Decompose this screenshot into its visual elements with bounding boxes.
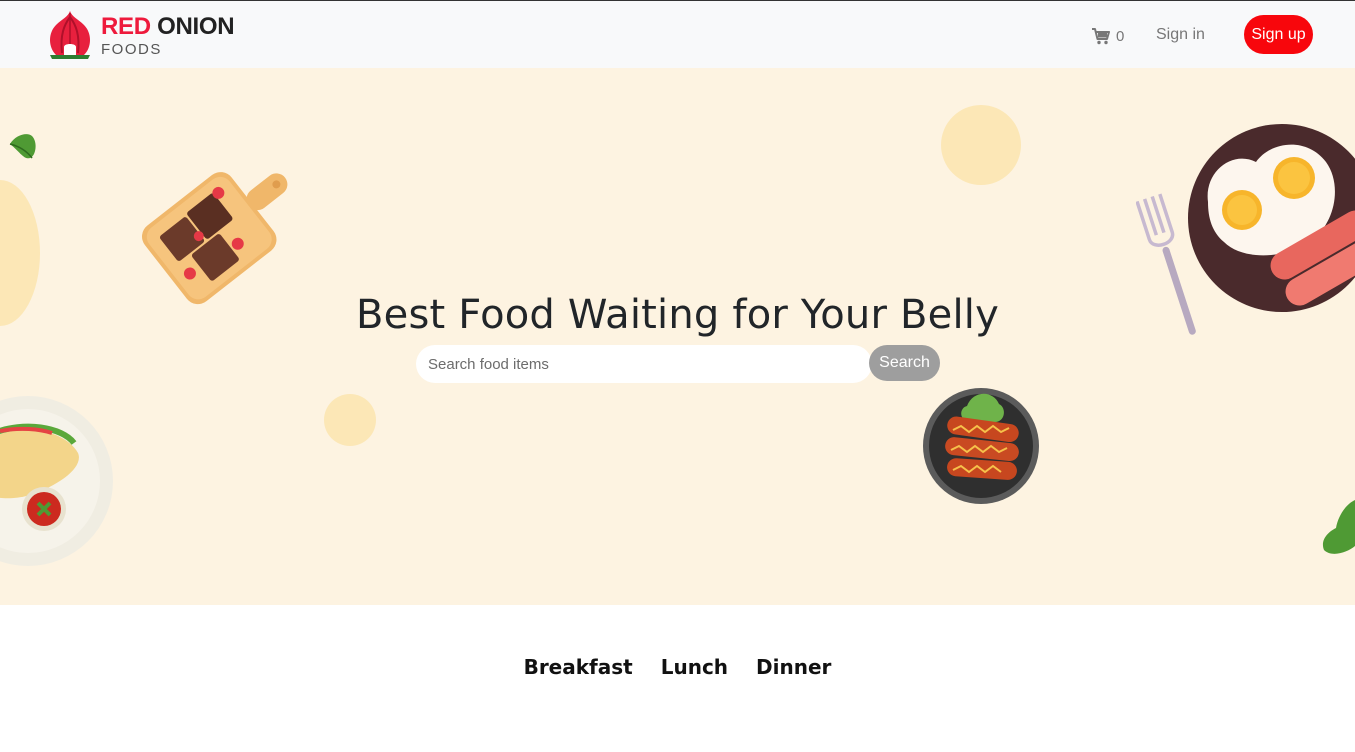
tab-breakfast[interactable]: Breakfast: [524, 655, 633, 679]
tab-dinner[interactable]: Dinner: [756, 655, 831, 679]
meal-tabs: Breakfast Lunch Dinner: [0, 655, 1355, 679]
red-onion-logo-icon: [50, 11, 90, 59]
signup-button[interactable]: Sign up: [1244, 15, 1313, 54]
leaf-decoration-icon: [1322, 500, 1355, 554]
shopping-cart-icon: [1092, 27, 1110, 44]
navbar: RED ONION FOODS 0 Sign in Sign up: [0, 0, 1355, 68]
leaf-decoration-icon: [9, 134, 36, 159]
signin-link[interactable]: Sign in: [1156, 26, 1205, 44]
yellow-circle-decoration-icon: [941, 105, 1021, 185]
brownie-board-icon: [141, 172, 288, 305]
hero-title: Best Food Waiting for Your Belly: [356, 292, 999, 338]
brand-logo-link[interactable]: RED ONION FOODS: [44, 9, 244, 63]
tab-lunch[interactable]: Lunch: [661, 655, 728, 679]
brand-name-red: RED: [101, 13, 151, 40]
brand-name-dark: ONION: [157, 13, 235, 40]
cart-count: 0: [1116, 27, 1125, 45]
hero-banner: Best Food Waiting for Your Belly Search: [0, 68, 1355, 605]
taco-plate-icon: [0, 396, 113, 566]
sausage-plate-icon: [923, 388, 1039, 504]
search-button[interactable]: Search: [869, 345, 940, 381]
search-input[interactable]: [416, 345, 872, 383]
cart-button[interactable]: 0: [1092, 25, 1124, 47]
yellow-circle-decoration-icon: [324, 394, 376, 446]
brand-subtitle: FOODS: [101, 41, 162, 58]
eggs-plate-icon: [1188, 124, 1355, 312]
brand-name: RED ONION: [101, 13, 235, 41]
